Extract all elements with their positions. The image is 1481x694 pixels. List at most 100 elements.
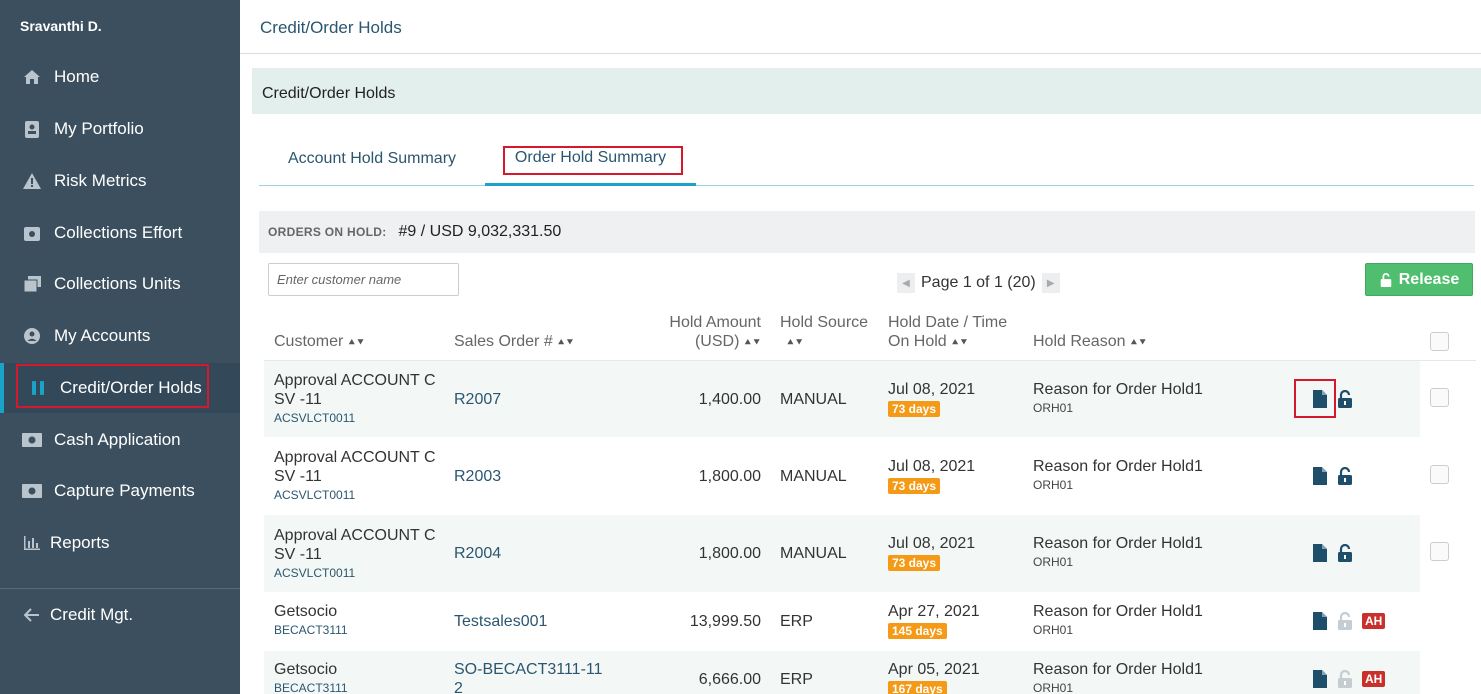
home-icon: [22, 67, 42, 87]
tab-order-hold-summary[interactable]: Order Hold Summary: [485, 132, 696, 186]
sidebar-item-credit-mgt[interactable]: Credit Mgt.: [0, 590, 240, 640]
sidebar-item-collections-units[interactable]: Collections Units: [0, 259, 240, 309]
document-icon[interactable]: [1312, 390, 1328, 408]
portfolio-icon: [22, 119, 42, 139]
column-header-customer[interactable]: Customer ⯅⯆: [274, 332, 365, 353]
user-circle-icon: [22, 326, 42, 346]
sort-icon: ⯅⯆: [743, 337, 761, 349]
sidebar-item-label: Reports: [50, 533, 110, 552]
user-name: Sravanthi D.: [20, 18, 102, 34]
bar-chart-icon: [22, 533, 42, 553]
document-icon[interactable]: [1312, 544, 1328, 562]
tab-bar: Account Hold Summary Order Hold Summary: [259, 132, 1474, 186]
document-icon[interactable]: [1312, 670, 1328, 688]
hold-amount: 6,666.00: [698, 671, 761, 688]
cash-icon: [22, 430, 42, 450]
sort-icon: ⯅⯆: [950, 337, 969, 349]
days-badge: 73 days: [888, 555, 941, 571]
hold-amount: 13,999.50: [689, 613, 761, 630]
summary-label: ORDERS ON HOLD:: [268, 225, 387, 239]
customer-cell: Getsocio BECACT3111: [274, 602, 439, 637]
days-badge: 73 days: [888, 401, 941, 417]
hold-source: MANUAL: [780, 391, 847, 408]
unlock-icon[interactable]: [1337, 390, 1353, 408]
sidebar-item-label: Home: [54, 67, 100, 86]
sidebar-item-home[interactable]: Home: [0, 52, 240, 102]
sidebar-item-label: Cash Application: [54, 430, 181, 449]
unlock-icon-disabled: [1338, 670, 1352, 688]
sidebar-item-label: Capture Payments: [54, 481, 195, 500]
next-page-button[interactable]: ▶: [1041, 273, 1060, 293]
release-button[interactable]: Release: [1365, 263, 1473, 296]
sidebar-divider: [0, 588, 240, 589]
column-header-hold-amount[interactable]: Hold Amount (USD) ⯅⯆: [641, 313, 761, 353]
unlock-icon-disabled: [1338, 612, 1352, 630]
sidebar-item-label: Collections Units: [54, 274, 181, 293]
column-header-sales-order[interactable]: Sales Order # ⯅⯆: [454, 332, 574, 353]
sort-icon: ⯅⯆: [347, 337, 365, 349]
hold-reason-cell: Reason for Order Hold1 ORH01: [1033, 458, 1203, 492]
document-icon[interactable]: [1312, 612, 1328, 630]
document-icon[interactable]: [1312, 467, 1328, 485]
hold-amount: 1,800.00: [698, 468, 761, 485]
sidebar-item-credit-order-holds[interactable]: Credit/Order Holds: [0, 363, 240, 413]
row-checkbox[interactable]: [1430, 388, 1449, 407]
hold-reason-cell: Reason for Order Hold1 ORH01: [1033, 381, 1203, 415]
hold-source: MANUAL: [780, 545, 847, 562]
hold-reason-cell: Reason for Order Hold1 ORH01: [1033, 535, 1203, 569]
unlock-icon[interactable]: [1337, 467, 1353, 485]
account-link[interactable]: BECACT3111: [274, 623, 439, 637]
top-header: Credit/Order Holds: [240, 0, 1481, 54]
sidebar-item-capture-payments[interactable]: Capture Payments: [0, 466, 240, 516]
ah-badge: AH: [1362, 613, 1386, 629]
hold-amount: 1,400.00: [698, 391, 761, 408]
account-link[interactable]: ACSVLCT0011: [274, 566, 439, 580]
hold-date-cell: Jul 08, 2021 73 days: [888, 458, 976, 494]
sidebar-item-label: My Accounts: [54, 326, 151, 345]
hold-reason-cell: Reason for Order Hold1 ORH01: [1033, 661, 1203, 694]
pagination: ◀ Page 1 of 1 (20) ▶: [897, 272, 1060, 294]
sales-order-link[interactable]: SO-BECACT3111-11 2: [454, 660, 614, 694]
customer-cell: Approval ACCOUNT C SV -11 ACSVLCT0011: [274, 526, 439, 580]
customer-cell: Approval ACCOUNT C SV -11 ACSVLCT0011: [274, 371, 439, 425]
sidebar-item-reports[interactable]: Reports: [0, 518, 240, 568]
column-header-hold-reason[interactable]: Hold Reason ⯅⯆: [1033, 332, 1147, 353]
sidebar-item-my-accounts[interactable]: My Accounts: [0, 311, 240, 361]
sidebar-item-collections-effort[interactable]: Collections Effort: [0, 208, 240, 258]
unlock-icon[interactable]: [1337, 544, 1353, 562]
page-indicator: Page 1 of 1 (20): [921, 274, 1036, 291]
warning-icon: [22, 171, 42, 191]
sort-icon: ⯅⯆: [1129, 337, 1148, 349]
account-link[interactable]: BECACT3111: [274, 681, 439, 694]
effort-icon: [22, 223, 42, 243]
units-icon: [22, 274, 42, 294]
sidebar-item-risk-metrics[interactable]: Risk Metrics: [0, 156, 240, 206]
column-header-hold-date[interactable]: Hold Date / Time On Hold ⯅⯆: [888, 313, 1007, 353]
prev-page-button[interactable]: ◀: [897, 273, 915, 293]
customer-search-input[interactable]: [268, 263, 459, 296]
sales-order-link[interactable]: R2003: [454, 467, 501, 486]
days-badge: 73 days: [888, 478, 941, 494]
sidebar-item-my-portfolio[interactable]: My Portfolio: [0, 104, 240, 154]
sales-order-link[interactable]: R2004: [454, 544, 501, 563]
account-link[interactable]: ACSVLCT0011: [274, 411, 439, 425]
hold-amount: 1,800.00: [698, 545, 761, 562]
hold-date-cell: Apr 05, 2021 167 days: [888, 660, 980, 694]
hold-reason-cell: Reason for Order Hold1 ORH01: [1033, 603, 1203, 637]
panel-title: Credit/Order Holds: [262, 85, 396, 102]
customer-cell: Approval ACCOUNT C SV -11 ACSVLCT0011: [274, 448, 439, 502]
sidebar-item-label: Collections Effort: [54, 223, 183, 242]
sales-order-link[interactable]: R2007: [454, 390, 501, 409]
row-checkbox[interactable]: [1430, 542, 1449, 561]
tab-account-hold-summary[interactable]: Account Hold Summary: [259, 132, 485, 186]
sidebar-item-cash-application[interactable]: Cash Application: [0, 415, 240, 465]
sales-order-link[interactable]: Testsales001: [454, 612, 547, 631]
column-header-hold-source[interactable]: Hold Source ⯅⯆: [780, 313, 868, 353]
days-badge: 167 days: [888, 681, 947, 694]
select-all-checkbox[interactable]: [1430, 332, 1449, 351]
account-link[interactable]: ACSVLCT0011: [274, 488, 439, 502]
sidebar-item-label: My Portfolio: [54, 119, 144, 138]
row-checkbox[interactable]: [1430, 465, 1449, 484]
arrow-left-icon: [22, 605, 42, 625]
hold-source: MANUAL: [780, 468, 847, 485]
